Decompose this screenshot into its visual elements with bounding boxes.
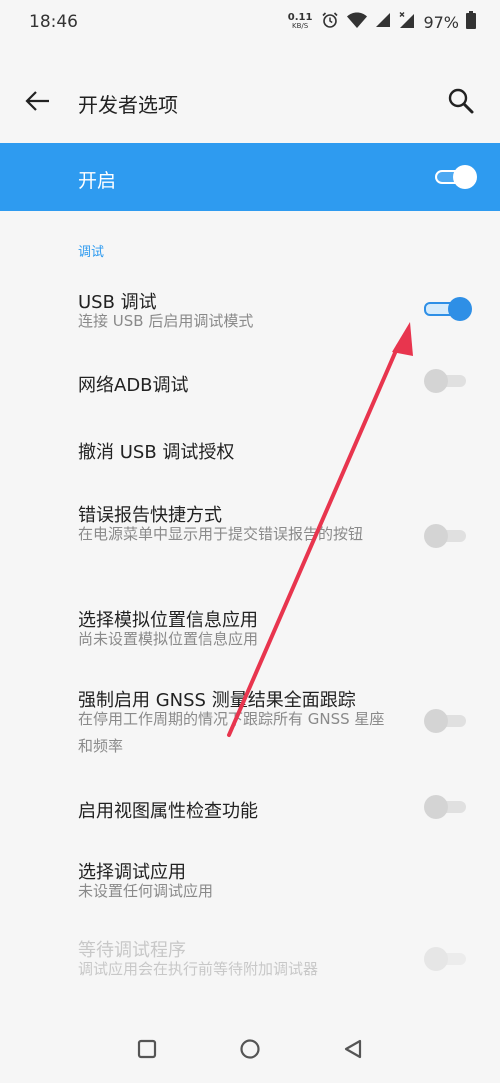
setting-summary: 在电源菜单中显示用于提交错误报告的按钮 xyxy=(78,525,364,543)
battery-icon xyxy=(466,11,476,33)
setting-gnss-full-tracking[interactable]: 强制启用 GNSS 测量结果全面跟踪 在停用工作周期的情况下跟踪所有 GNSS … xyxy=(0,678,500,770)
back-nav-button[interactable] xyxy=(340,1036,366,1062)
nav-bar xyxy=(0,1010,500,1083)
setting-summary: 连接 USB 后启用调试模式 xyxy=(78,312,254,330)
setting-revoke-usb-auth[interactable]: 撤消 USB 调试授权 xyxy=(0,420,500,478)
toggle-bugreport-shortcut[interactable] xyxy=(424,523,466,549)
toggle-view-attribute-inspection[interactable] xyxy=(424,794,466,820)
setting-summary: 调试应用会在执行前等待附加调试器 xyxy=(78,960,319,978)
battery-percent: 97% xyxy=(423,12,459,32)
setting-title: 撤消 USB 调试授权 xyxy=(78,442,235,463)
status-bar: 18:46 0.11 KB/S 97% xyxy=(0,0,500,44)
toggle-thumb xyxy=(424,795,448,819)
search-icon xyxy=(448,88,474,114)
search-button[interactable] xyxy=(442,82,480,120)
master-toggle-thumb xyxy=(453,165,477,189)
setting-usb-debugging[interactable]: USB 调试 连接 USB 后启用调试模式 xyxy=(0,280,500,342)
net-speed-value: 0.11 xyxy=(287,12,313,23)
status-icons: 0.11 KB/S 97% xyxy=(288,10,476,34)
signal-x-icon xyxy=(398,11,416,33)
toggle-thumb xyxy=(424,947,448,971)
status-time: 18:46 xyxy=(29,12,78,32)
toggle-thumb xyxy=(424,524,448,548)
home-button[interactable] xyxy=(237,1036,263,1062)
square-icon xyxy=(137,1039,157,1059)
master-switch-label: 开启 xyxy=(78,170,117,192)
setting-summary: 尚未设置模拟位置信息应用 xyxy=(78,630,259,648)
toggle-thumb xyxy=(448,297,472,321)
alarm-icon xyxy=(321,11,339,33)
recents-button[interactable] xyxy=(134,1036,160,1062)
toggle-thumb xyxy=(424,369,448,393)
arrow-left-icon xyxy=(25,91,49,111)
setting-bugreport-shortcut[interactable]: 错误报告快捷方式 在电源菜单中显示用于提交错误报告的按钮 xyxy=(0,492,500,582)
setting-summary: 未设置任何调试应用 xyxy=(78,882,214,900)
toggle-usb-debugging[interactable] xyxy=(424,296,472,322)
toggle-thumb xyxy=(424,709,448,733)
net-speed: 0.11 KB/S xyxy=(288,13,313,31)
signal-icon xyxy=(375,12,391,32)
toggle-network-adb[interactable] xyxy=(424,368,466,394)
wifi-icon xyxy=(346,11,368,33)
app-bar: 开发者选项 xyxy=(0,62,500,142)
setting-title: 启用视图属性检查功能 xyxy=(78,801,258,822)
master-switch-bar[interactable]: 开启 xyxy=(0,143,500,211)
toggle-wait-for-debugger xyxy=(424,946,466,972)
setting-wait-for-debugger: 等待调试程序 调试应用会在执行前等待附加调试器 xyxy=(0,928,500,990)
setting-select-debug-app[interactable]: 选择调试应用 未设置任何调试应用 xyxy=(0,850,500,912)
net-speed-unit: KB/S xyxy=(291,22,309,30)
setting-view-attribute-inspection[interactable]: 启用视图属性检查功能 xyxy=(0,778,500,838)
setting-network-adb[interactable]: 网络ADB调试 xyxy=(0,352,500,412)
setting-mock-location-app[interactable]: 选择模拟位置信息应用 尚未设置模拟位置信息应用 xyxy=(0,598,500,658)
back-button[interactable] xyxy=(18,82,56,120)
setting-title: 网络ADB调试 xyxy=(78,375,189,396)
circle-icon xyxy=(240,1039,260,1059)
setting-summary: 在停用工作周期的情况下跟踪所有 GNSS 星座和频率 xyxy=(78,710,385,755)
page-title: 开发者选项 xyxy=(78,93,178,117)
toggle-gnss-full-tracking[interactable] xyxy=(424,708,466,734)
master-switch-toggle[interactable] xyxy=(435,165,477,189)
section-header-debug: 调试 xyxy=(78,245,105,260)
screen: 18:46 0.11 KB/S 97% 开发者选项 开启 调试 USB 调试 连… xyxy=(0,0,500,1083)
triangle-back-icon xyxy=(344,1039,362,1059)
